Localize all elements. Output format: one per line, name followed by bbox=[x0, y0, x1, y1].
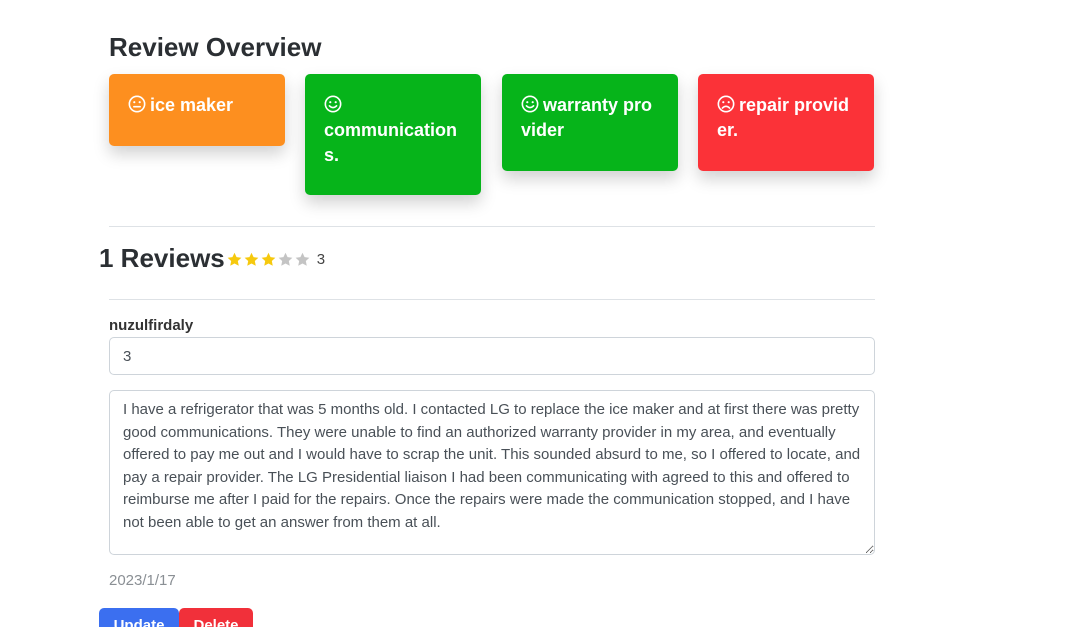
overview-card-communications: communications. bbox=[305, 74, 481, 195]
overview-card-label: communications. bbox=[324, 120, 458, 165]
star-empty-icon bbox=[278, 252, 293, 266]
rating-input[interactable] bbox=[109, 337, 875, 375]
reviews-count-title: 1 Reviews bbox=[99, 243, 225, 273]
overview-card-ice-maker: ice maker bbox=[109, 74, 285, 146]
reviews-heading: 1 Reviews 3 bbox=[99, 243, 325, 274]
review-date: 2023/1/17 bbox=[109, 572, 176, 589]
divider bbox=[109, 299, 875, 300]
frown-face-icon bbox=[717, 95, 735, 113]
star-rating bbox=[226, 251, 311, 268]
delete-button[interactable]: Delete bbox=[179, 608, 253, 627]
smile-face-icon bbox=[324, 95, 342, 113]
overview-card-label: ice maker bbox=[150, 95, 234, 115]
overview-card-repair-provider: repair provider. bbox=[698, 74, 874, 171]
divider bbox=[109, 226, 875, 227]
update-button[interactable]: Update bbox=[99, 608, 179, 627]
overview-card-warranty-provider: warranty provider bbox=[502, 74, 678, 171]
overview-card-label: repair provider. bbox=[717, 95, 850, 140]
star-filled-icon bbox=[244, 252, 259, 266]
review-page: Review Overview ice maker communications… bbox=[0, 0, 1085, 627]
star-filled-icon bbox=[261, 252, 276, 266]
overview-card-label: warranty provider bbox=[521, 95, 653, 140]
reviewer-username: nuzulfirdaly bbox=[109, 317, 194, 334]
review-overview-title: Review Overview bbox=[109, 32, 322, 62]
star-empty-icon bbox=[295, 252, 310, 266]
star-filled-icon bbox=[227, 252, 242, 266]
review-textarea[interactable]: I have a refrigerator that was 5 months … bbox=[109, 390, 875, 555]
smile-face-icon bbox=[521, 95, 539, 113]
rating-number: 3 bbox=[316, 250, 326, 268]
neutral-face-icon bbox=[128, 95, 146, 113]
